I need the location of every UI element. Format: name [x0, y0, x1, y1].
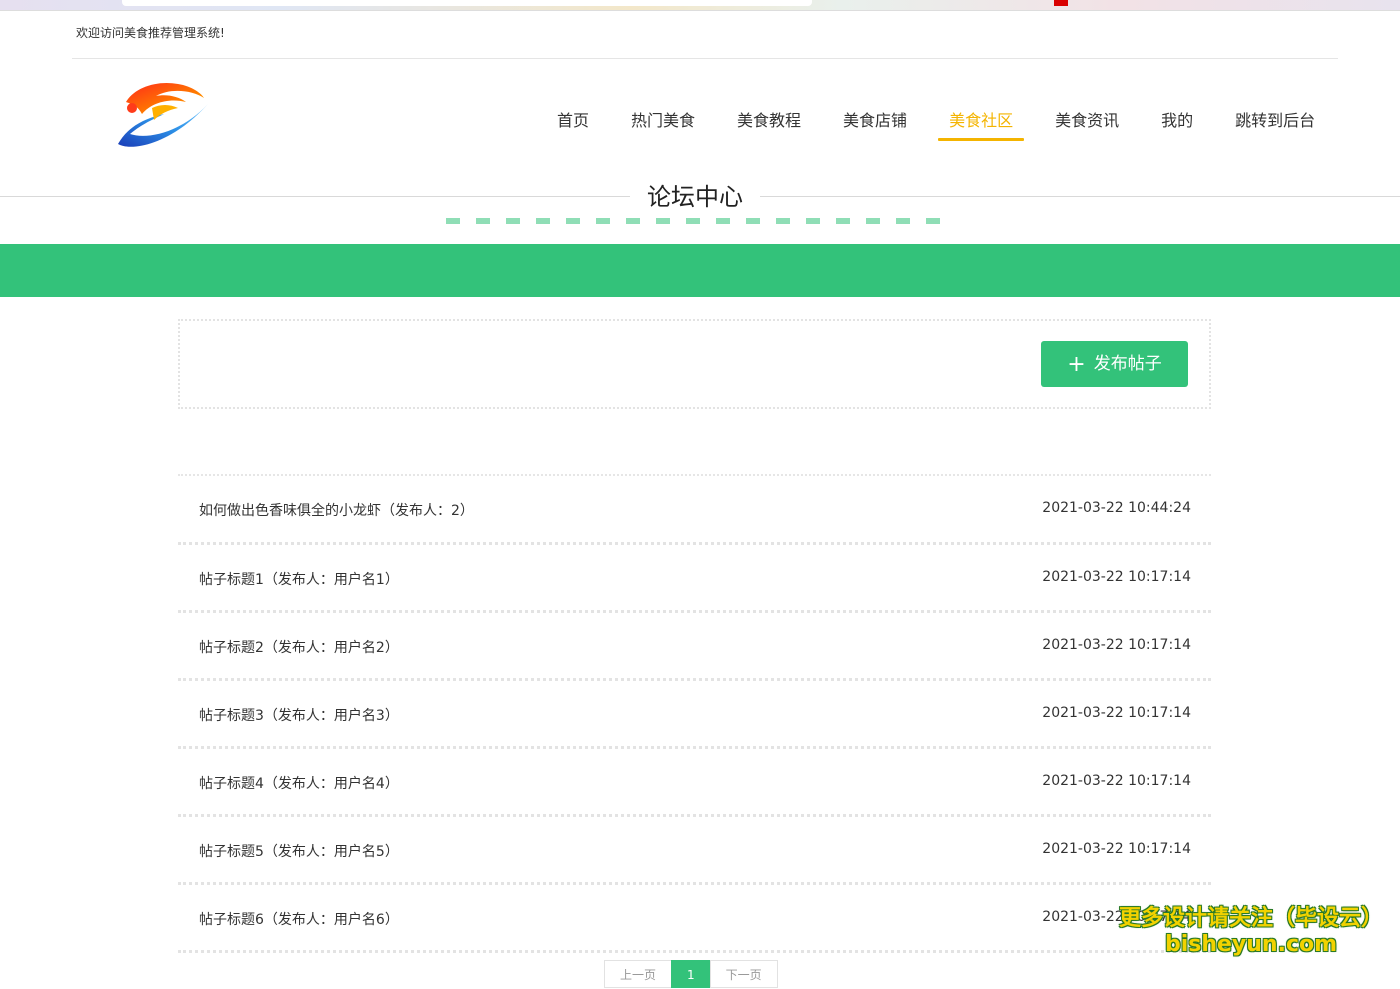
list-item[interactable]: 帖子标题6（发布人：用户名6） 2021-03-22 10:17:14 [178, 882, 1211, 950]
list-item[interactable]: 帖子标题4（发布人：用户名4） 2021-03-22 10:17:14 [178, 746, 1211, 814]
nav-food-shops[interactable]: 美食店铺 [822, 94, 928, 138]
logo-emblem-icon [118, 82, 208, 147]
post-time: 2021-03-22 10:17:14 [1042, 773, 1191, 789]
welcome-text: 欢迎访问美食推荐管理系统! [76, 26, 225, 40]
plus-icon: + [1067, 352, 1086, 377]
decorative-ghost-text [446, 218, 946, 224]
nav-mine[interactable]: 我的 [1140, 94, 1214, 138]
watermark-line-1: 更多设计请关注（毕设云） [1118, 906, 1383, 931]
post-time: 2021-03-22 10:17:14 [1042, 569, 1191, 585]
main-nav: 首页 热门美食 美食教程 美食店铺 美食社区 美食资讯 我的 跳转到后台 [536, 94, 1336, 144]
nav-food-community[interactable]: 美食社区 [928, 94, 1034, 141]
watermark: 更多设计请关注（毕设云） bisheyun.com [1116, 906, 1386, 958]
browser-indicator [1054, 0, 1068, 6]
post-list: 如何做出色香味俱全的小龙虾（发布人：2） 2021-03-22 10:44:24… [178, 474, 1211, 956]
post-time: 2021-03-22 10:17:14 [1042, 841, 1191, 857]
post-time: 2021-03-22 10:17:14 [1042, 705, 1191, 721]
post-title[interactable]: 帖子标题2（发布人：用户名2） [199, 637, 399, 657]
post-title[interactable]: 如何做出色香味俱全的小龙虾（发布人：2） [199, 500, 474, 520]
page-1-button[interactable]: 1 [671, 960, 711, 988]
post-time: 2021-03-22 10:17:14 [1042, 637, 1191, 653]
nav-hot-food[interactable]: 热门美食 [610, 94, 716, 138]
nav-home[interactable]: 首页 [536, 94, 610, 138]
green-banner [0, 244, 1400, 297]
list-item[interactable]: 如何做出色香味俱全的小龙虾（发布人：2） 2021-03-22 10:44:24 [178, 474, 1211, 542]
address-bar[interactable] [122, 0, 812, 6]
list-item[interactable]: 帖子标题5（发布人：用户名5） 2021-03-22 10:17:14 [178, 814, 1211, 882]
nav-food-news[interactable]: 美食资讯 [1034, 94, 1140, 138]
post-title[interactable]: 帖子标题6（发布人：用户名6） [199, 909, 399, 929]
browser-chrome-strip [0, 0, 1400, 11]
post-title[interactable]: 帖子标题1（发布人：用户名1） [199, 569, 399, 589]
next-page-button[interactable]: 下一页 [709, 960, 778, 988]
pagination: 上一页 1 下一页 [604, 960, 778, 988]
watermark-line-2: bisheyun.com [1164, 932, 1338, 957]
list-divider [178, 950, 1211, 956]
list-item[interactable]: 帖子标题1（发布人：用户名1） 2021-03-22 10:17:14 [178, 542, 1211, 610]
post-title[interactable]: 帖子标题5（发布人：用户名5） [199, 841, 399, 861]
new-post-label: 发布帖子 [1093, 354, 1162, 374]
page-title: 论坛中心 [630, 178, 760, 216]
new-post-button[interactable]: + 发布帖子 [1041, 341, 1188, 387]
top-welcome-bar: 欢迎访问美食推荐管理系统! [72, 12, 1338, 59]
nav-food-tutorial[interactable]: 美食教程 [716, 94, 822, 138]
post-time: 2021-03-22 10:44:24 [1042, 500, 1191, 516]
toolbar-box: + 发布帖子 [178, 319, 1211, 409]
nav-admin-jump[interactable]: 跳转到后台 [1214, 94, 1336, 138]
post-title[interactable]: 帖子标题4（发布人：用户名4） [199, 773, 399, 793]
site-header: 首页 热门美食 美食教程 美食店铺 美食社区 美食资讯 我的 跳转到后台 [0, 58, 1400, 224]
list-item[interactable]: 帖子标题3（发布人：用户名3） 2021-03-22 10:17:14 [178, 678, 1211, 746]
prev-page-button[interactable]: 上一页 [604, 960, 673, 988]
list-item[interactable]: 帖子标题2（发布人：用户名2） 2021-03-22 10:17:14 [178, 610, 1211, 678]
post-title[interactable]: 帖子标题3（发布人：用户名3） [199, 705, 399, 725]
site-logo[interactable] [112, 74, 216, 154]
